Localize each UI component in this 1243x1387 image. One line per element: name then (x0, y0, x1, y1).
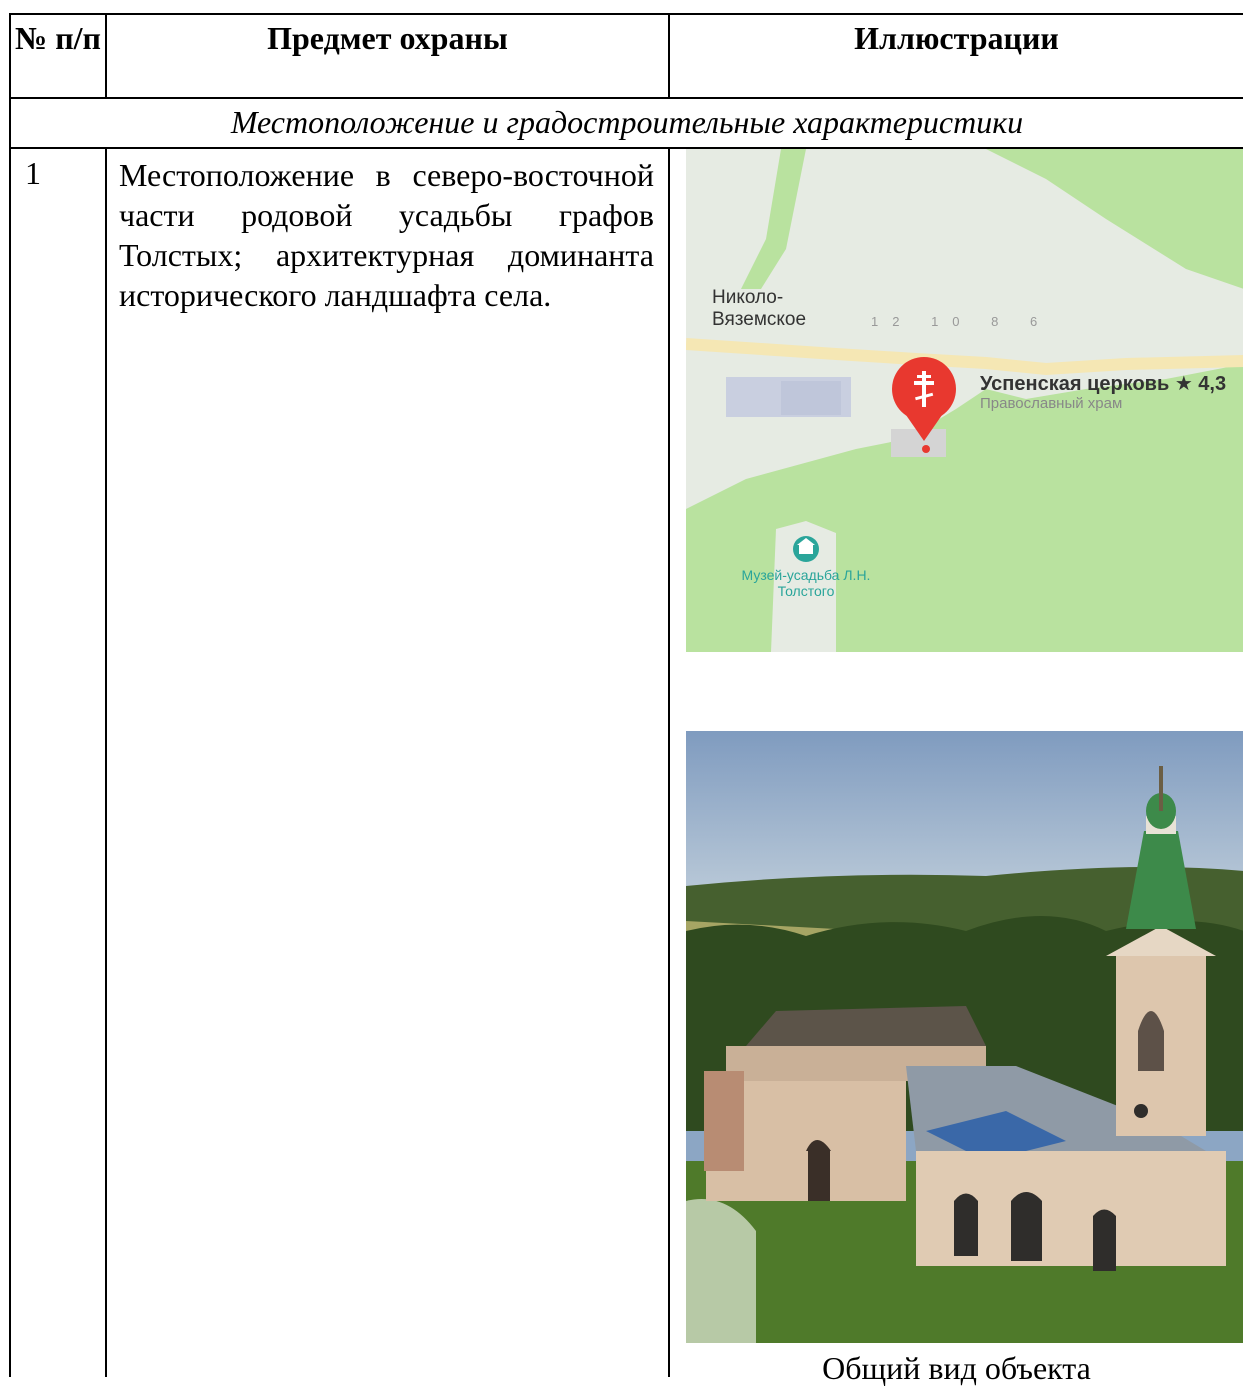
poi-subtitle: Православный храм (980, 395, 1123, 412)
section-title: Местоположение и градостроительные харак… (9, 97, 1243, 149)
section-row: Местоположение и градостроительные харак… (9, 97, 1243, 149)
house-numbers: 12 10 8 6 (871, 314, 1052, 329)
poi-title: Успенская церковь ★ 4,3 (980, 373, 1227, 395)
header-subject: Предмет охраны (105, 13, 670, 99)
museum-icon (793, 536, 819, 562)
table-row: 1 Местоположение в северо-восточной част… (9, 147, 1243, 1386)
header-illustrations: Иллюстрации (668, 13, 1243, 99)
museum-label: Музей-усадьба Л.Н. Толстого (741, 567, 871, 599)
church-photo (686, 731, 1243, 1343)
row-illustrations: Николо-Вяземское 12 10 8 6 Успенская цер… (668, 147, 1243, 1386)
location-map: Николо-Вяземское 12 10 8 6 Успенская цер… (686, 149, 1243, 652)
row-subject: Местоположение в северо-восточной части … (105, 147, 670, 1377)
header-number: № п/п (9, 13, 107, 99)
photo-caption: Общий вид объекта (822, 1350, 1091, 1386)
village-label: Николо-Вяземское (712, 287, 807, 330)
row-number: 1 (9, 147, 107, 1377)
protection-table: № п/п Предмет охраны Иллюстрации Местопо… (9, 13, 1243, 1386)
church-photo-graphic (686, 731, 1243, 1343)
header-row: № п/п Предмет охраны Иллюстрации (9, 13, 1243, 99)
